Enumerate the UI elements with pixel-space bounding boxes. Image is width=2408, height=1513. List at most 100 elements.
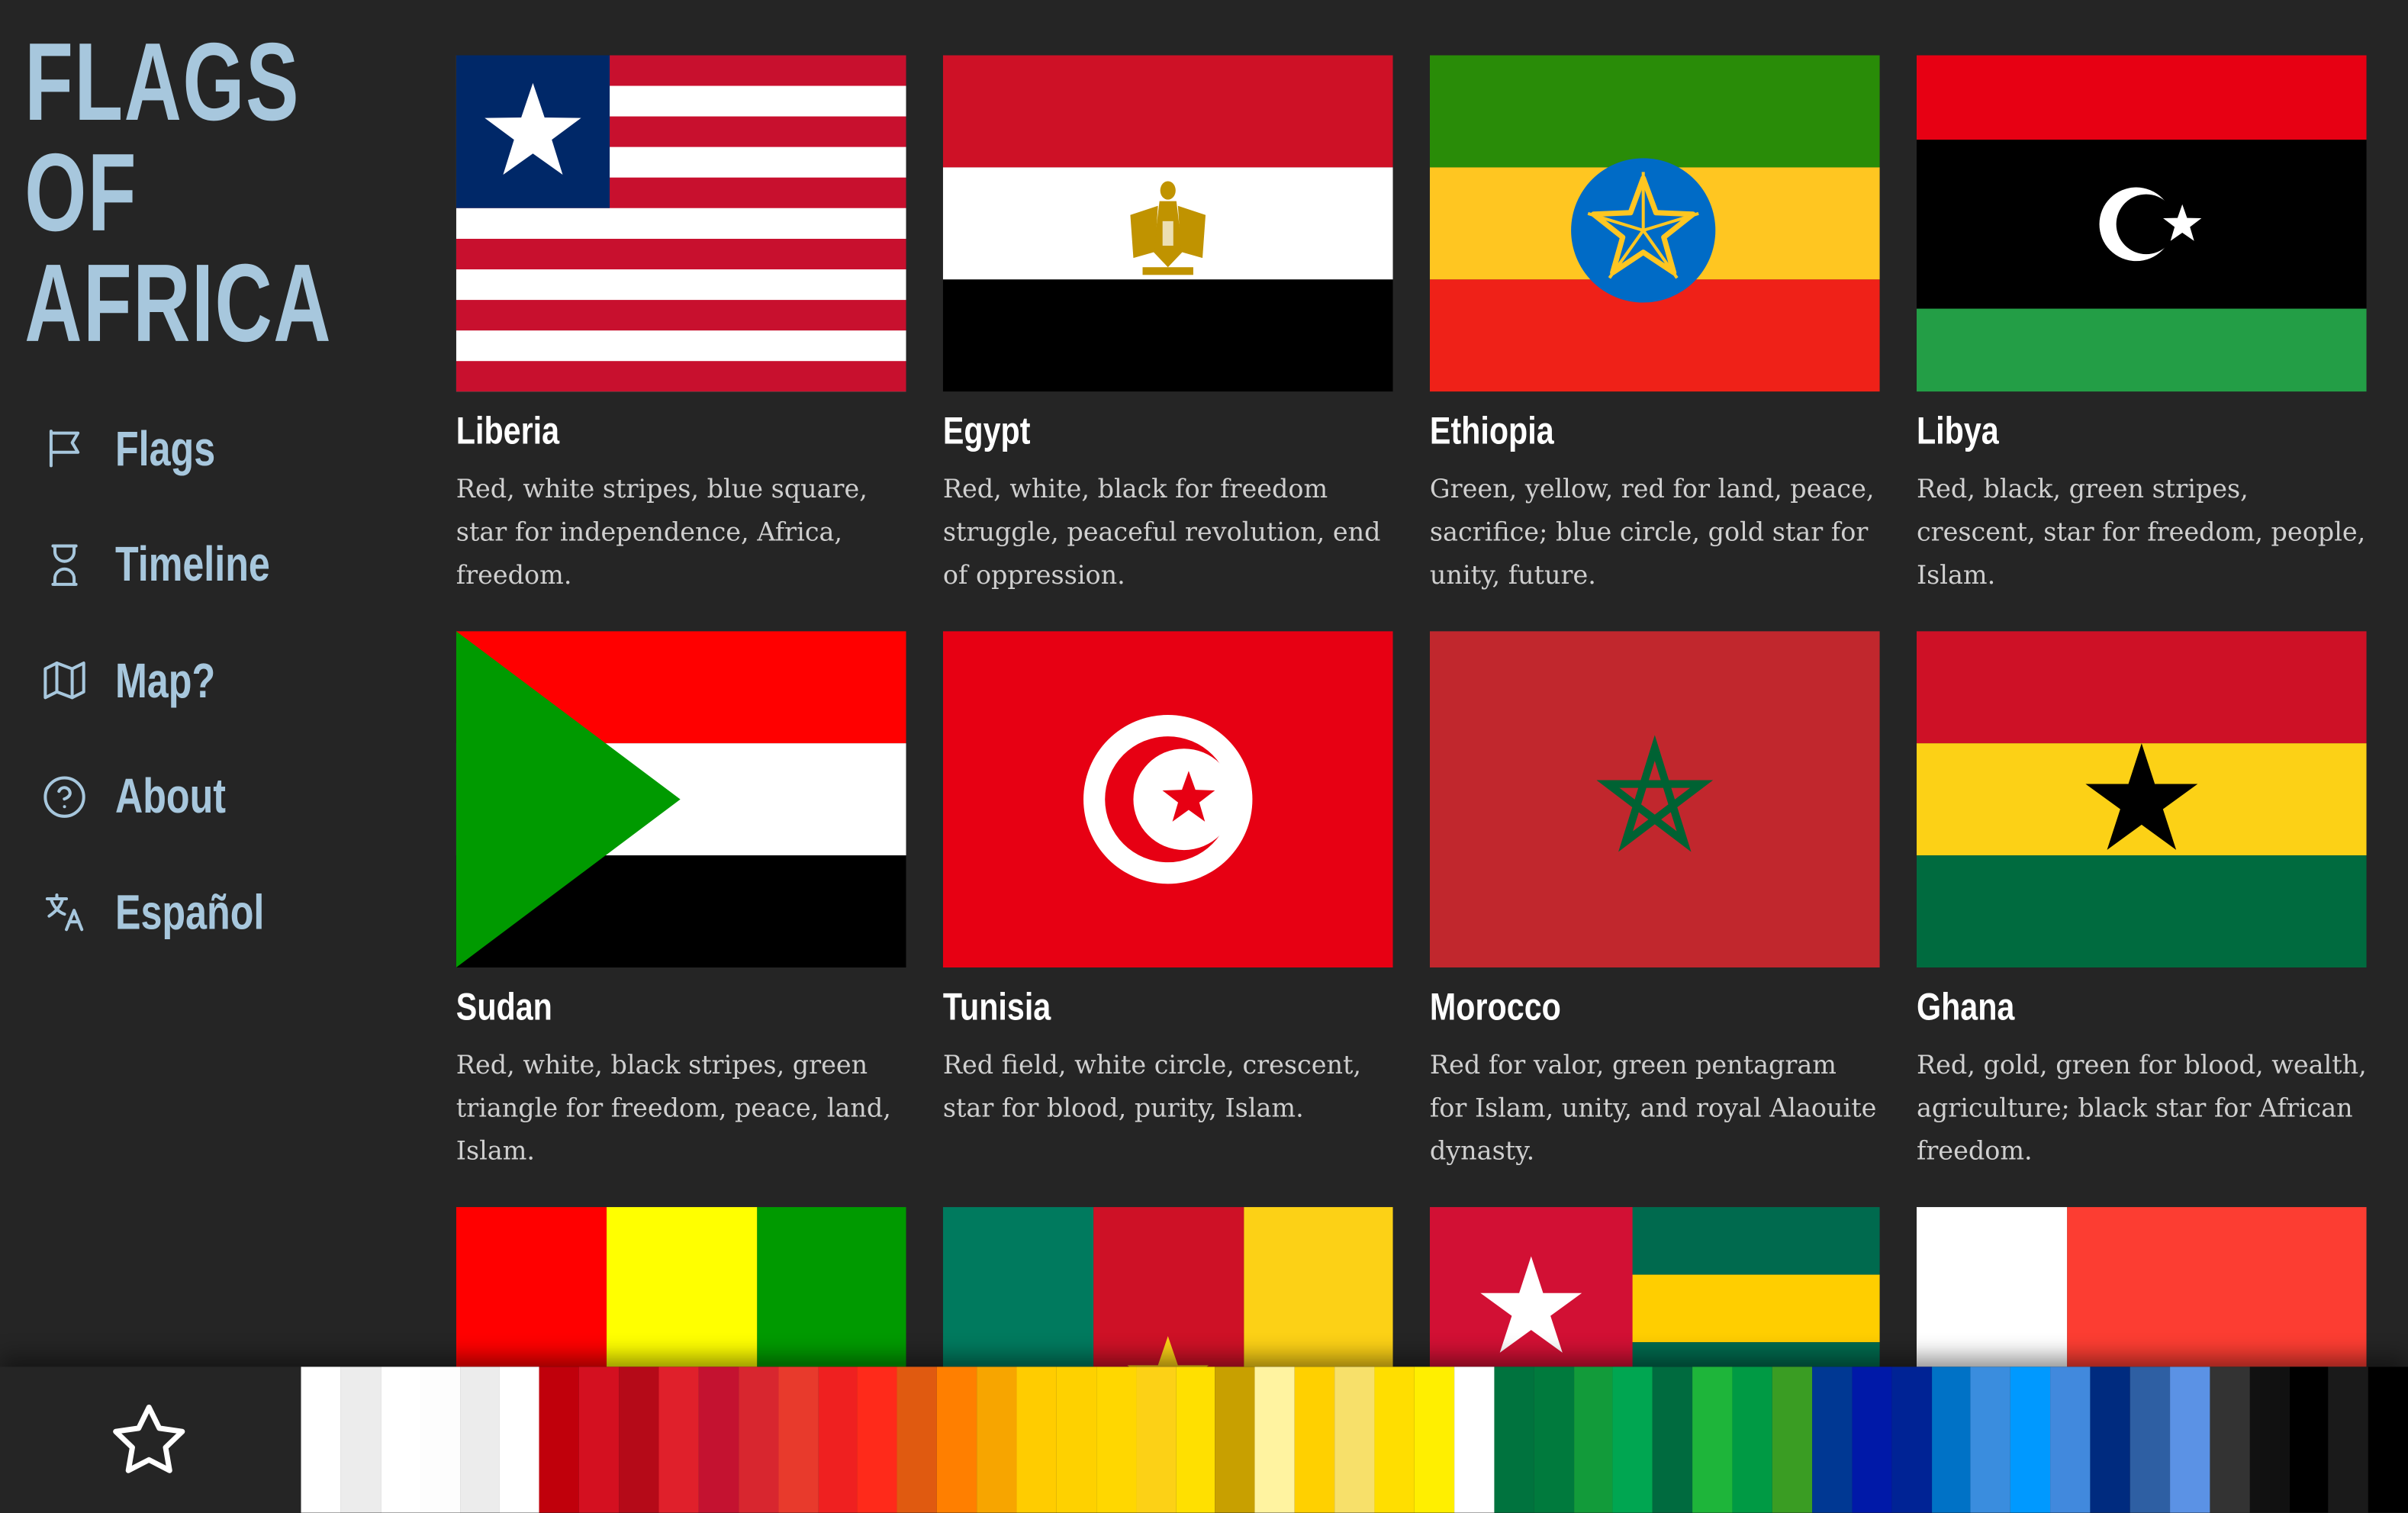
color-swatch[interactable] (579, 1367, 620, 1513)
help-circle-icon (40, 771, 89, 820)
nav-label-map: Map? (114, 652, 216, 707)
nav-label-timeline: Timeline (114, 536, 270, 591)
color-swatch[interactable] (2249, 1367, 2290, 1513)
color-palette-filter (301, 1367, 2408, 1513)
color-swatch[interactable] (380, 1367, 420, 1513)
nav-item-timeline[interactable]: Timeline (40, 524, 314, 604)
color-swatch[interactable] (738, 1367, 778, 1513)
flag-description: Red field, white circle, crescent, star … (942, 1050, 1362, 1123)
nav-item-about[interactable]: About (40, 756, 314, 836)
flag-image-guinea[interactable] (456, 1207, 906, 1367)
color-swatch[interactable] (2169, 1367, 2210, 1513)
flag-image-cameroon[interactable] (942, 1207, 1393, 1367)
color-swatch[interactable] (420, 1367, 460, 1513)
color-swatch[interactable] (858, 1367, 898, 1513)
flag-image-liberia[interactable] (456, 55, 906, 392)
flag-name[interactable]: Sudan (456, 986, 826, 1029)
color-swatch[interactable] (1891, 1367, 1932, 1513)
color-swatch[interactable] (2209, 1367, 2250, 1513)
color-swatch[interactable] (1732, 1367, 1772, 1513)
color-swatch[interactable] (340, 1367, 381, 1513)
color-swatch[interactable] (1334, 1367, 1375, 1513)
flag-card-ghana: Ghana Red, gold, green for blood, wealth… (1916, 631, 2367, 1173)
flag-description: Red, black, green stripes, crescent, sta… (1916, 474, 2366, 590)
color-swatch[interactable] (2130, 1367, 2170, 1513)
flag-name[interactable]: Ghana (1917, 986, 2286, 1029)
flag-image-madagascar[interactable] (1916, 1207, 2367, 1367)
bottom-bar (0, 1367, 2408, 1513)
color-swatch[interactable] (1175, 1367, 1216, 1513)
nav-item-language[interactable]: Español (40, 872, 314, 952)
color-swatch[interactable] (1613, 1367, 1653, 1513)
color-swatch[interactable] (977, 1367, 1017, 1513)
color-swatch[interactable] (1811, 1367, 1852, 1513)
flag-card-ethiopia: Ethiopia Green, yellow, red for land, pe… (1429, 55, 1880, 597)
flag-image-ghana[interactable] (1916, 631, 2367, 968)
flag-card-togo (1429, 1207, 1880, 1367)
color-swatch[interactable] (1573, 1367, 1614, 1513)
color-swatch[interactable] (1295, 1367, 1335, 1513)
flag-name[interactable]: Tunisia (943, 986, 1312, 1029)
color-swatch[interactable] (539, 1367, 580, 1513)
color-swatch[interactable] (1851, 1367, 1892, 1513)
flag-name[interactable]: Morocco (1430, 986, 1799, 1029)
color-swatch[interactable] (2090, 1367, 2130, 1513)
color-swatch[interactable] (777, 1367, 818, 1513)
color-swatch[interactable] (1255, 1367, 1296, 1513)
flag-image-tunisia[interactable] (942, 631, 1393, 968)
flag-image-ethiopia[interactable] (1429, 55, 1880, 392)
flag-image-morocco[interactable] (1429, 631, 1880, 968)
flag-image-egypt[interactable] (942, 55, 1393, 392)
color-swatch[interactable] (1215, 1367, 1256, 1513)
color-swatch[interactable] (658, 1367, 699, 1513)
flag-image-libya[interactable] (1916, 55, 2367, 392)
flag-card-tunisia: Tunisia Red field, white circle, crescen… (942, 631, 1393, 1130)
flag-name[interactable]: Liberia (456, 410, 826, 452)
nav-label-about: About (114, 768, 227, 823)
color-swatch[interactable] (2329, 1367, 2369, 1513)
flag-description: Red, gold, green for blood, wealth, agri… (1916, 1050, 2367, 1166)
color-swatch[interactable] (1096, 1367, 1136, 1513)
color-swatch[interactable] (2368, 1367, 2408, 1513)
flag-description: Green, yellow, red for land, peace, sacr… (1429, 474, 1875, 590)
color-swatch[interactable] (698, 1367, 739, 1513)
color-swatch[interactable] (1971, 1367, 2011, 1513)
color-swatch[interactable] (500, 1367, 540, 1513)
color-swatch[interactable] (897, 1367, 938, 1513)
flag-description: Red, white stripes, blue square, star fo… (456, 474, 868, 590)
color-swatch[interactable] (1534, 1367, 1574, 1513)
color-swatch[interactable] (937, 1367, 977, 1513)
flag-card-liberia: Liberia Red, white stripes, blue square,… (456, 55, 906, 597)
color-swatch[interactable] (2050, 1367, 2091, 1513)
flag-image-sudan[interactable] (456, 631, 906, 968)
color-swatch[interactable] (2289, 1367, 2329, 1513)
color-swatch[interactable] (1016, 1367, 1057, 1513)
flag-name[interactable]: Ethiopia (1430, 410, 1799, 452)
favorites-button[interactable] (108, 1401, 191, 1481)
color-swatch[interactable] (301, 1367, 341, 1513)
color-swatch[interactable] (817, 1367, 858, 1513)
color-swatch[interactable] (2010, 1367, 2051, 1513)
color-swatch[interactable] (1374, 1367, 1415, 1513)
sidebar: FLAGS OF AFRICA Flags Timeline Map? Abou… (0, 0, 414, 1367)
color-swatch[interactable] (1772, 1367, 1812, 1513)
site-logo[interactable]: FLAGS OF AFRICA (24, 27, 332, 359)
translate-icon (40, 887, 89, 936)
color-swatch[interactable] (1056, 1367, 1096, 1513)
color-swatch[interactable] (1453, 1367, 1494, 1513)
color-swatch[interactable] (1493, 1367, 1534, 1513)
color-swatch[interactable] (1135, 1367, 1176, 1513)
color-swatch[interactable] (619, 1367, 659, 1513)
flag-image-togo[interactable] (1429, 1207, 1880, 1367)
nav-item-flags[interactable]: Flags (40, 408, 314, 488)
color-swatch[interactable] (1931, 1367, 1972, 1513)
flag-name[interactable]: Libya (1917, 410, 2286, 452)
nav-item-map[interactable]: Map? (40, 640, 314, 720)
color-swatch[interactable] (1653, 1367, 1693, 1513)
flag-card-cameroon (942, 1207, 1393, 1367)
color-swatch[interactable] (1414, 1367, 1454, 1513)
color-swatch[interactable] (1692, 1367, 1733, 1513)
flag-name[interactable]: Egypt (943, 410, 1312, 452)
logo-line-1: FLAGS (24, 21, 301, 145)
color-swatch[interactable] (459, 1367, 501, 1513)
